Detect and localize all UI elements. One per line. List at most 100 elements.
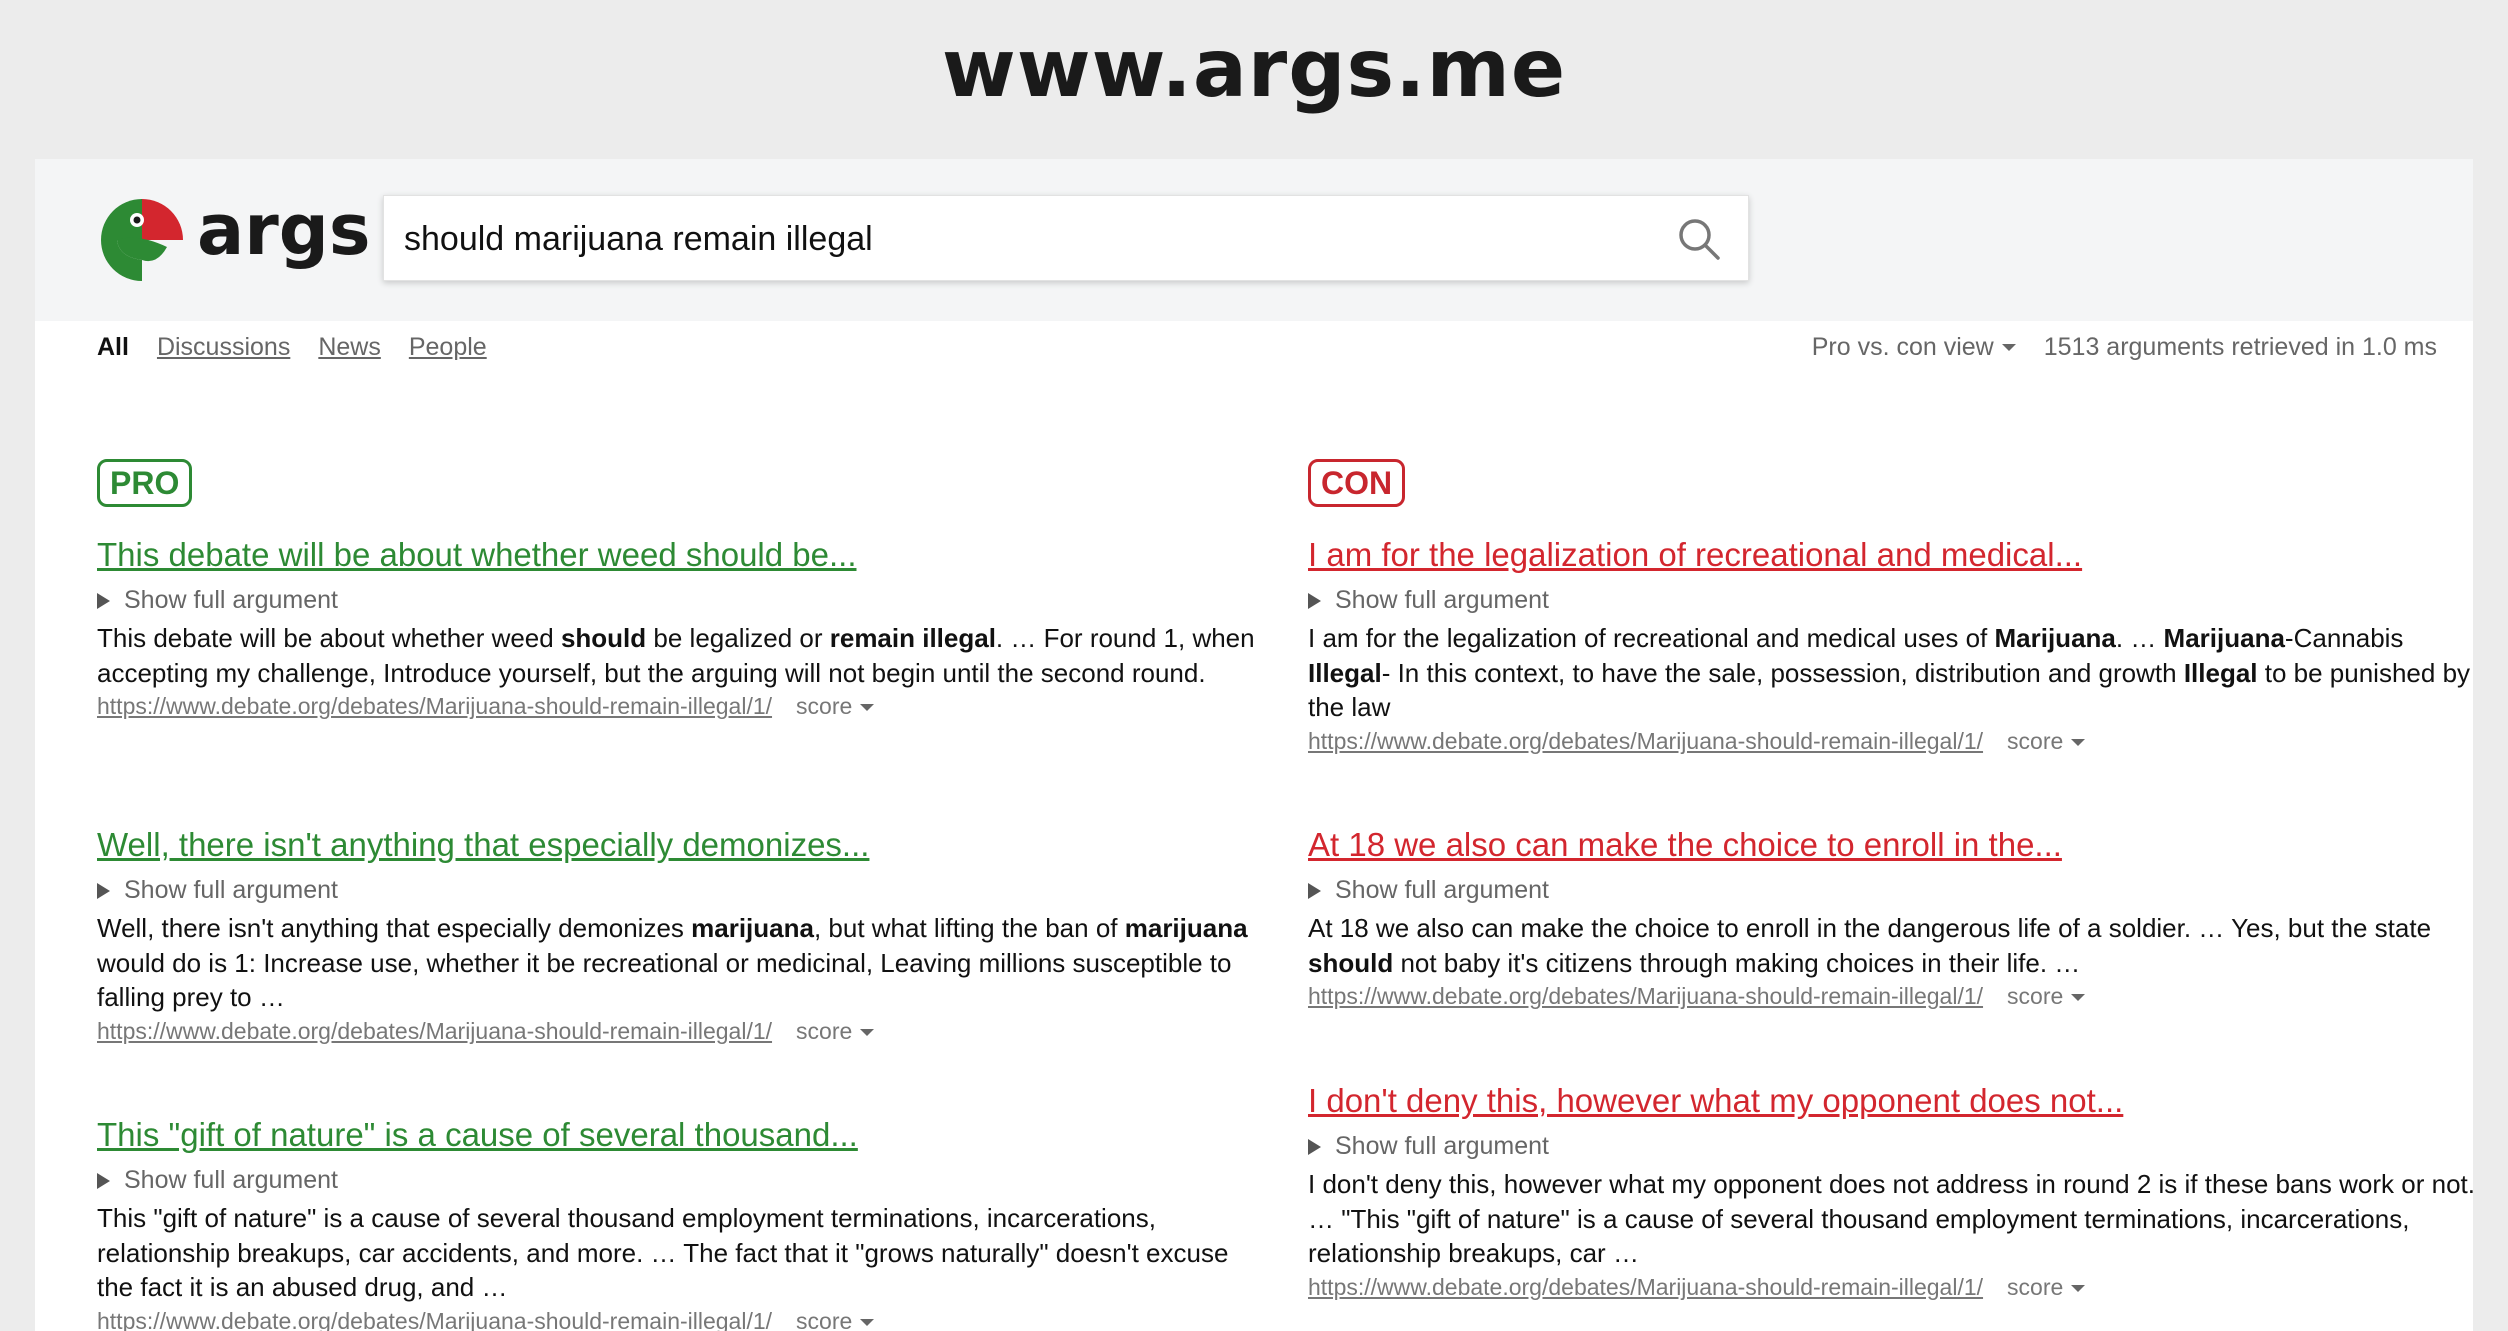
chevron-down-icon (2071, 994, 2086, 1002)
expand-triangle-icon (1308, 1139, 1321, 1155)
source-url-link[interactable]: https://www.debate.org/debates/Marijuana… (97, 693, 772, 719)
source-url-link[interactable]: https://www.debate.org/debates/Marijuana… (1308, 1274, 1983, 1300)
highlighted-term: Illegal (2183, 657, 2258, 688)
snippet-text: , but what lifting the ban of (813, 913, 1125, 943)
result-title-link[interactable]: This "gift of nature" is a cause of seve… (97, 1115, 1267, 1155)
score-dropdown[interactable]: score (2007, 983, 2086, 1009)
chevron-down-icon (2001, 344, 2016, 352)
highlighted-term: should (560, 623, 647, 653)
chevron-down-icon (860, 1318, 875, 1326)
highlighted-term: marijuana (691, 913, 814, 943)
con-label: CON (1308, 459, 1406, 507)
result-meta: https://www.debate.org/debates/Marijuana… (1308, 980, 2478, 1012)
snippet-text: At 18 we also can make the choice to enr… (1308, 913, 2432, 943)
snippet-text: would do is 1: Increase use, whether it … (97, 947, 1232, 1013)
expand-triangle-icon (1308, 883, 1321, 899)
argument-snippet: Well, there isn't anything that especial… (97, 911, 1267, 1015)
score-label: score (796, 1017, 853, 1044)
search-page: args All Discussions News People Pro vs.… (35, 159, 2475, 1331)
search-icon[interactable] (1676, 216, 1722, 262)
expand-triangle-icon (97, 593, 110, 609)
tab-all[interactable]: All (97, 333, 129, 362)
show-full-label: Show full argument (1335, 876, 1550, 904)
score-dropdown[interactable]: score (796, 693, 875, 719)
result-stats: 1513 arguments retrieved in 1.0 ms (2043, 332, 2437, 361)
tab-news[interactable]: News (318, 333, 381, 362)
highlighted-term: Marijuana (2163, 623, 2285, 653)
search-input[interactable] (404, 216, 1604, 262)
argument-snippet: I am for the legalization of recreationa… (1308, 621, 2478, 725)
expand-triangle-icon (1308, 593, 1321, 609)
result-meta: https://www.debate.org/debates/Marijuana… (97, 690, 1267, 722)
score-dropdown[interactable]: score (2007, 727, 2086, 754)
show-full-argument[interactable]: Show full argument (97, 1165, 1267, 1195)
result-meta: https://www.debate.org/debates/Marijuana… (97, 1015, 1267, 1047)
pro-column: PRO This debate will be about whether we… (97, 459, 1267, 1331)
source-url-link[interactable]: https://www.debate.org/debates/Marijuana… (97, 1308, 772, 1331)
score-label: score (796, 693, 853, 719)
con-result: I don't deny this, however what my oppon… (1308, 1081, 2478, 1303)
view-mode-label: Pro vs. con view (1811, 332, 1994, 361)
show-full-argument[interactable]: Show full argument (1308, 875, 2478, 905)
tab-discussions[interactable]: Discussions (157, 333, 290, 362)
show-full-argument[interactable]: Show full argument (1308, 1131, 2478, 1161)
show-full-label: Show full argument (124, 1166, 339, 1194)
con-result: At 18 we also can make the choice to enr… (1308, 825, 2478, 1012)
results-toolbar: Pro vs. con view 1513 arguments retrieve… (1812, 327, 2437, 367)
argument-snippet: This "gift of nature" is a cause of seve… (97, 1201, 1267, 1305)
result-title-link[interactable]: At 18 we also can make the choice to enr… (1308, 825, 2478, 865)
score-label: score (2007, 727, 2064, 754)
site-title: www.args.me (941, 22, 1567, 115)
score-dropdown[interactable]: score (796, 1017, 875, 1044)
highlighted-term: remain illegal (829, 623, 996, 653)
snippet-text: be legalized or (646, 623, 830, 653)
source-url-link[interactable]: https://www.debate.org/debates/Marijuana… (1308, 983, 1983, 1009)
tab-people[interactable]: People (409, 333, 487, 362)
score-label: score (2007, 1273, 2064, 1300)
score-label: score (2007, 983, 2064, 1009)
show-full-argument[interactable]: Show full argument (97, 585, 1267, 615)
source-url-link[interactable]: https://www.debate.org/debates/Marijuana… (97, 1018, 772, 1044)
args-logo-icon[interactable] (97, 195, 187, 285)
snippet-text: I don't deny this, however what my oppon… (1308, 1169, 2475, 1268)
highlighted-term: should (1308, 947, 1394, 978)
search-box[interactable] (383, 195, 1749, 281)
snippet-text: -Cannabis (2284, 623, 2404, 653)
source-url-link[interactable]: https://www.debate.org/debates/Marijuana… (1308, 728, 1983, 754)
snippet-text: Well, there isn't anything that especial… (97, 913, 692, 943)
show-full-argument[interactable]: Show full argument (1308, 585, 2478, 615)
chevron-down-icon (2071, 1284, 2086, 1292)
result-meta: https://www.debate.org/debates/Marijuana… (97, 1305, 1267, 1331)
pro-result: This "gift of nature" is a cause of seve… (97, 1115, 1267, 1331)
pro-label: PRO (97, 459, 193, 507)
snippet-text: This "gift of nature" is a cause of seve… (97, 1203, 1229, 1302)
chevron-down-icon (860, 1028, 875, 1036)
score-dropdown[interactable]: score (796, 1307, 875, 1331)
argument-snippet: At 18 we also can make the choice to enr… (1308, 911, 2478, 980)
result-title-link[interactable]: I don't deny this, however what my oppon… (1308, 1081, 2478, 1121)
logo-text[interactable]: args (197, 189, 371, 271)
score-label: score (796, 1307, 853, 1331)
snippet-text: not baby it's citizens through making ch… (1393, 947, 2081, 978)
result-meta: https://www.debate.org/debates/Marijuana… (1308, 1271, 2478, 1303)
snippet-text: . … (2115, 623, 2164, 653)
view-mode-dropdown[interactable]: Pro vs. con view (1812, 333, 2016, 362)
show-full-label: Show full argument (124, 586, 339, 614)
show-full-label: Show full argument (1335, 586, 1550, 614)
header-bar: args (35, 159, 2473, 321)
argument-snippet: I don't deny this, however what my oppon… (1308, 1167, 2478, 1271)
highlighted-term: Illegal (1308, 657, 1382, 688)
pro-result: Well, there isn't anything that especial… (97, 825, 1267, 1047)
score-dropdown[interactable]: score (2007, 1273, 2086, 1300)
con-column: CON I am for the legalization of recreat… (1308, 459, 2478, 1300)
result-title-link[interactable]: This debate will be about whether weed s… (97, 535, 1267, 575)
con-result: I am for the legalization of recreationa… (1308, 535, 2478, 757)
show-full-label: Show full argument (1335, 1132, 1550, 1160)
chevron-down-icon (2071, 738, 2086, 746)
category-tabs: All Discussions News People (97, 327, 487, 367)
show-full-argument[interactable]: Show full argument (97, 875, 1267, 905)
result-title-link[interactable]: Well, there isn't anything that especial… (97, 825, 1267, 865)
result-title-link[interactable]: I am for the legalization of recreationa… (1308, 535, 2478, 575)
show-full-label: Show full argument (124, 876, 339, 904)
highlighted-term: marijuana (1124, 913, 1248, 943)
